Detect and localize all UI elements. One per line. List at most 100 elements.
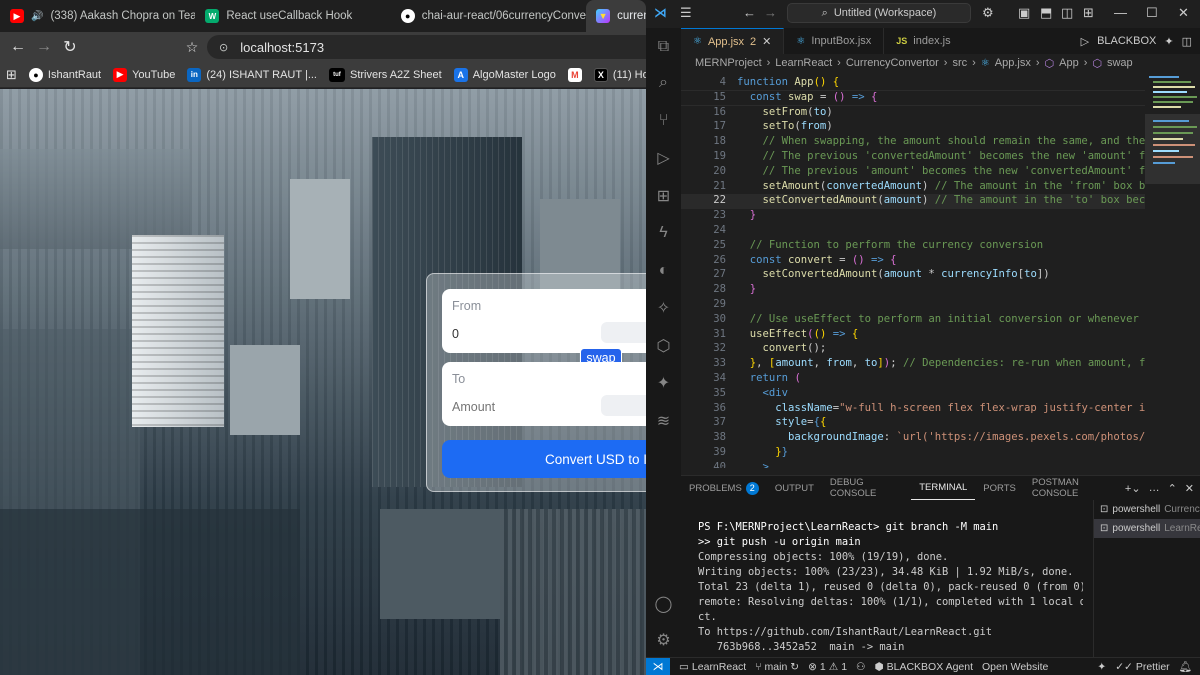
reload-icon[interactable]: ↻ <box>58 35 82 59</box>
code-line[interactable]: 22 setConvertedAmount(amount) // The amo… <box>681 194 1145 210</box>
minimize-icon[interactable]: — <box>1114 5 1127 20</box>
browser-tab-youtube[interactable]: ▶ 🔊 (338) Aakash Chopra on Team Ind <box>0 0 195 32</box>
status-prettier[interactable]: ✓✓ Prettier <box>1115 661 1169 673</box>
tab-index-js[interactable]: JS index.js <box>884 28 962 54</box>
code-line[interactable]: 37 style={{ <box>681 416 1145 431</box>
code-line[interactable]: 23 } <box>681 209 1145 224</box>
status-copilot[interactable]: ✦ <box>1097 661 1106 673</box>
remote-indicator-icon[interactable]: ⋊ <box>646 657 670 675</box>
source-control-icon[interactable]: ⑂ <box>653 110 674 131</box>
code-line[interactable]: 29 <box>681 298 1145 313</box>
breadcrumb-item[interactable]: CurrencyConvertor <box>846 57 939 69</box>
toggle-panel-icon[interactable]: ⬒ <box>1040 5 1052 21</box>
address-bar[interactable]: ⊙ localhost:5173 <box>207 35 646 59</box>
thunder-client-icon[interactable]: ϟ <box>653 222 674 243</box>
minimap[interactable] <box>1145 72 1200 468</box>
bookmark-ishantraut[interactable]: ● IshantRaut <box>28 67 101 82</box>
code-line[interactable]: 19 // The previous 'convertedAmount' bec… <box>681 150 1145 165</box>
convert-button[interactable]: Convert USD to IN <box>442 440 646 478</box>
bookmark-linkedin[interactable]: in (24) ISHANT RAUT |... <box>187 67 317 82</box>
bookmark-star-icon[interactable]: ☆ <box>180 35 204 59</box>
more-icon[interactable]: … <box>1149 482 1160 495</box>
code-line[interactable]: 16 setFrom(to) <box>681 106 1145 121</box>
copilot-icon[interactable]: ⚙ <box>982 5 994 21</box>
code-line[interactable]: 28 } <box>681 283 1145 298</box>
speaker-icon[interactable]: 🔊 <box>31 11 43 22</box>
nav-back-icon[interactable]: ← <box>743 5 756 20</box>
bookmark-strivers[interactable]: tuf Strivers A2Z Sheet <box>328 67 442 82</box>
tab-app-jsx[interactable]: ⚛ App.jsx 2 ✕ <box>681 28 785 54</box>
sparkle-icon[interactable]: ✦ <box>1164 35 1173 48</box>
code-line[interactable]: 25 // Function to perform the currency c… <box>681 239 1145 254</box>
toggle-secondary-sidebar-icon[interactable]: ◫ <box>1061 5 1073 21</box>
code-line[interactable]: 32 convert(); <box>681 342 1145 357</box>
close-icon[interactable]: ✕ <box>1178 5 1189 21</box>
search-icon[interactable]: ⌕ <box>653 72 674 93</box>
status-branch[interactable]: ⑂ main ↻ <box>755 661 799 673</box>
code-line[interactable]: 39 }} <box>681 446 1145 461</box>
code-line[interactable]: 36 className="w-full h-screen flex flex-… <box>681 402 1145 417</box>
code-line[interactable]: 27 setConvertedAmount(amount * currencyI… <box>681 268 1145 283</box>
status-live-share[interactable]: ⚇ <box>856 661 865 673</box>
from-currency-select[interactable] <box>601 322 646 343</box>
terminal-output[interactable]: PS F:\MERNProject\LearnReact> git branch… <box>681 500 1083 658</box>
breadcrumb-item[interactable]: App.jsx <box>995 57 1031 69</box>
code-line[interactable]: 15 const swap = () => { <box>681 90 1145 106</box>
code-line[interactable]: 20 // The previous 'amount' becomes the … <box>681 165 1145 180</box>
blackbox-label[interactable]: BLACKBOX <box>1097 35 1156 47</box>
tab-debug-console[interactable]: DEBUG CONSOLE <box>822 476 911 500</box>
back-icon[interactable]: ← <box>6 35 30 59</box>
browser-tab-github[interactable]: ● chai-aur-react/06currencyConvertor <box>391 0 586 32</box>
code-line[interactable]: 38 backgroundImage: `url('https://images… <box>681 431 1145 446</box>
codeium-icon[interactable]: ≋ <box>653 410 674 431</box>
forward-icon[interactable]: → <box>32 35 56 59</box>
nav-forward-icon[interactable]: → <box>764 5 777 20</box>
run-debug-icon[interactable]: ▷ <box>653 147 674 168</box>
breadcrumb-item[interactable]: src <box>952 57 967 69</box>
to-amount-input[interactable] <box>452 400 582 414</box>
breadcrumb-item[interactable]: LearnReact <box>775 57 832 69</box>
maximize-icon[interactable]: ☐ <box>1146 5 1158 21</box>
bookmark-youtube[interactable]: ▶ YouTube <box>113 67 175 82</box>
browser-tab-currency[interactable]: ▼ currencyc <box>586 0 646 32</box>
breadcrumb-item[interactable]: MERNProject <box>695 57 762 69</box>
breadcrumb-item[interactable]: swap <box>1107 57 1133 69</box>
blackbox-icon[interactable]: ⬡ <box>653 335 674 356</box>
explorer-icon[interactable]: ⧉ <box>653 36 674 57</box>
menu-icon[interactable]: ☰ <box>680 5 692 21</box>
terminal-item[interactable]: ⊡ powershell LearnRe... <box>1094 519 1200 538</box>
bookmark-x[interactable]: X (11) Home / X <box>593 67 646 82</box>
sync-icon[interactable]: ↻ <box>790 661 799 673</box>
command-center[interactable]: ⌕ Untitled (Workspace) <box>787 3 971 23</box>
tab-terminal[interactable]: TERMINAL <box>911 476 976 500</box>
code-line[interactable]: 18 // When swapping, the amount should r… <box>681 135 1145 150</box>
code-line[interactable]: 33 }, [amount, from, to]); // Dependenci… <box>681 357 1145 372</box>
close-panel-icon[interactable]: ✕ <box>1185 482 1194 495</box>
tab-postman-console[interactable]: POSTMAN CONSOLE <box>1024 476 1125 500</box>
status-open-website[interactable]: Open Website <box>982 661 1048 673</box>
apps-grid-icon[interactable]: ⊞ <box>6 67 17 83</box>
code-line[interactable]: 40 > <box>681 461 1145 468</box>
gemini-icon[interactable]: ✦ <box>653 372 674 393</box>
code-line[interactable]: 24 <box>681 224 1145 239</box>
run-icon[interactable]: ▷ <box>1081 35 1089 48</box>
breadcrumb-item[interactable]: App <box>1059 57 1079 69</box>
code-line[interactable]: 4 function App() { <box>681 76 1145 91</box>
status-folder[interactable]: ▭ LearnReact <box>679 661 746 673</box>
code-line[interactable]: 26 const convert = () => { <box>681 254 1145 269</box>
maximize-panel-icon[interactable]: ⌃ <box>1168 482 1177 495</box>
split-editor-icon[interactable]: ◫ <box>1182 35 1192 48</box>
customize-layout-icon[interactable]: ⊞ <box>1083 5 1094 21</box>
new-terminal-icon[interactable]: +⌄ <box>1125 482 1141 495</box>
code-line[interactable]: 31 useEffect(() => { <box>681 328 1145 343</box>
code-line[interactable]: 35 <div <box>681 387 1145 402</box>
status-notifications[interactable]: 🔔︎ <box>1179 660 1192 673</box>
toggle-sidebar-icon[interactable]: ▣ <box>1018 5 1030 21</box>
terminal-item[interactable]: ⊡ powershell Currenc... <box>1094 500 1200 519</box>
site-info-icon[interactable]: ⊙ <box>219 41 228 54</box>
code-editor[interactable]: 4 function App() {15 const swap = () => {… <box>681 72 1145 468</box>
browser-tab-usecallback[interactable]: W React useCallback Hook <box>195 0 390 32</box>
code-line[interactable]: 17 setTo(from) <box>681 120 1145 135</box>
from-amount-input[interactable] <box>452 327 582 341</box>
to-currency-select[interactable] <box>601 395 646 416</box>
